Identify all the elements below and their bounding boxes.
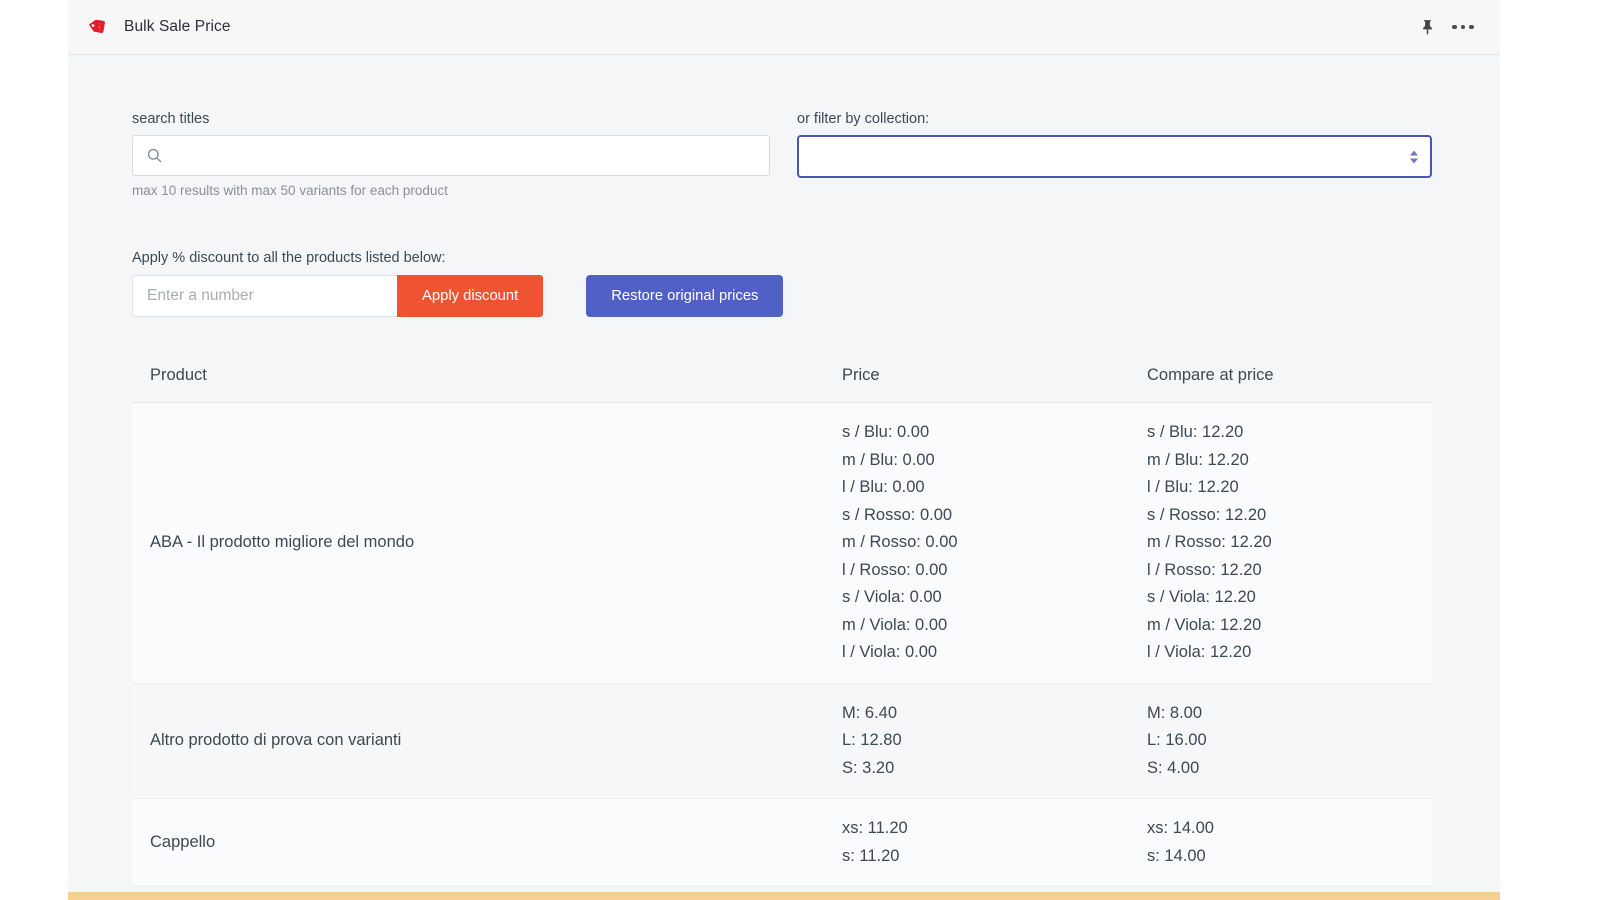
more-options-icon[interactable] (1448, 12, 1478, 42)
variant-compare-price: L: 16.00 (1147, 731, 1207, 749)
cell-price-variants: M: 6.40 L: 12.80 S: 3.20 (842, 700, 1147, 783)
variant-compare-price: l / Blu: 12.20 (1147, 478, 1239, 496)
window-titlebar: Bulk Sale Price (68, 0, 1500, 55)
variant-compare-price: l / Viola: 12.20 (1147, 643, 1252, 661)
variant-price: s: 11.20 (842, 846, 900, 865)
search-icon (146, 147, 163, 164)
search-helper-text: max 10 results with max 50 variants for … (132, 183, 448, 198)
table-body: ABA - Il prodotto migliore del mondo s / … (132, 403, 1432, 887)
app-content: search titles max 10 results with max 50… (68, 55, 1500, 900)
column-header-price: Price (842, 366, 880, 384)
variant-compare-price: s / Blu: 12.20 (1147, 423, 1244, 441)
ellipsis-glyph (1452, 24, 1474, 30)
variant-price: s / Blu: 0.00 (842, 423, 930, 441)
collection-label: or filter by collection: (797, 111, 930, 127)
variant-compare-price: s / Viola: 12.20 (1147, 588, 1256, 606)
cell-compare-at-price-variants: M: 8.00 L: 16.00 S: 4.00 (1147, 700, 1432, 783)
cell-price-variants: s / Blu: 0.00 m / Blu: 0.00 l / Blu: 0.00 s… (842, 419, 1147, 667)
discount-label: Apply % discount to all the products lis… (132, 250, 446, 266)
variant-price: M: 6.40 (842, 703, 898, 722)
products-table: Product Price Compare at price ABA - Il … (132, 352, 1432, 887)
content-inner: search titles max 10 results with max 50… (68, 55, 1500, 887)
variant-price: s / Viola: 0.00 (842, 588, 942, 606)
variant-compare-price: M: 8.00 (1147, 703, 1203, 722)
column-header-product: Product (150, 366, 207, 384)
price-tag-icon (86, 14, 112, 40)
variant-compare-price: m / Viola: 12.20 (1147, 615, 1262, 634)
table-header-row: Product Price Compare at price (132, 352, 1432, 403)
filter-row: search titles max 10 results with max 50… (132, 111, 1432, 198)
collection-field-group: or filter by collection: (797, 111, 1432, 178)
variant-price: s / Rosso: 0.00 (842, 505, 953, 524)
discount-block: Apply % discount to all the products lis… (132, 250, 1432, 317)
collection-select-wrapper[interactable] (797, 135, 1432, 178)
bottom-status-bar (68, 892, 1500, 900)
variant-price: m / Viola: 0.00 (842, 615, 948, 634)
variant-price: l / Blu: 0.00 (842, 478, 925, 496)
variant-compare-price: l / Rosso: 12.20 (1147, 560, 1262, 579)
table-row: ABA - Il prodotto migliore del mondo s / … (132, 403, 1432, 684)
variant-compare-price: s / Rosso: 12.20 (1147, 505, 1267, 524)
search-input-wrapper[interactable] (132, 135, 770, 176)
cell-compare-at-price-variants: xs: 14.00 s: 14.00 (1147, 815, 1432, 870)
search-label: search titles (132, 111, 210, 127)
discount-input[interactable] (132, 275, 397, 317)
variant-compare-price: s: 14.00 (1147, 846, 1206, 865)
collection-select[interactable] (799, 137, 1430, 176)
variant-compare-price: xs: 14.00 (1147, 819, 1214, 837)
variant-price: xs: 11.20 (842, 819, 908, 837)
variant-price: l / Viola: 0.00 (842, 643, 938, 661)
discount-controls: Apply discount Restore original prices (132, 275, 1432, 317)
variant-price: m / Blu: 0.00 (842, 450, 935, 469)
table-row: Cappello xs: 11.20 s: 11.20 xs: 14.00 s: 14.… (132, 799, 1432, 887)
variant-price: m / Rosso: 0.00 (842, 533, 958, 551)
window-title: Bulk Sale Price (124, 18, 231, 35)
cell-price-variants: xs: 11.20 s: 11.20 (842, 815, 1147, 870)
pin-icon[interactable] (1412, 12, 1442, 42)
variant-compare-price: m / Blu: 12.20 (1147, 450, 1249, 469)
search-field-group: search titles max 10 results with max 50… (132, 111, 770, 198)
search-input[interactable] (163, 136, 769, 175)
cell-product-title: Cappello (150, 832, 216, 851)
variant-compare-price: m / Rosso: 12.20 (1147, 533, 1272, 551)
variant-price: S: 3.20 (842, 758, 895, 777)
cell-product-title: ABA - Il prodotto migliore del mondo (150, 533, 415, 551)
variant-price: l / Rosso: 0.00 (842, 560, 948, 579)
variant-compare-price: S: 4.00 (1147, 758, 1200, 777)
table-row: Altro prodotto di prova con varianti M: 6… (132, 683, 1432, 799)
restore-original-prices-button[interactable]: Restore original prices (586, 275, 784, 317)
app-window: Bulk Sale Price search titles max 10 res… (68, 0, 1500, 900)
variant-price: L: 12.80 (842, 731, 902, 749)
cell-product-title: Altro prodotto di prova con varianti (150, 731, 402, 749)
apply-discount-button[interactable]: Apply discount (397, 275, 544, 317)
cell-compare-at-price-variants: s / Blu: 12.20 m / Blu: 12.20 l / Blu: 12.… (1147, 419, 1432, 667)
column-header-compare-at-price: Compare at price (1147, 366, 1274, 384)
